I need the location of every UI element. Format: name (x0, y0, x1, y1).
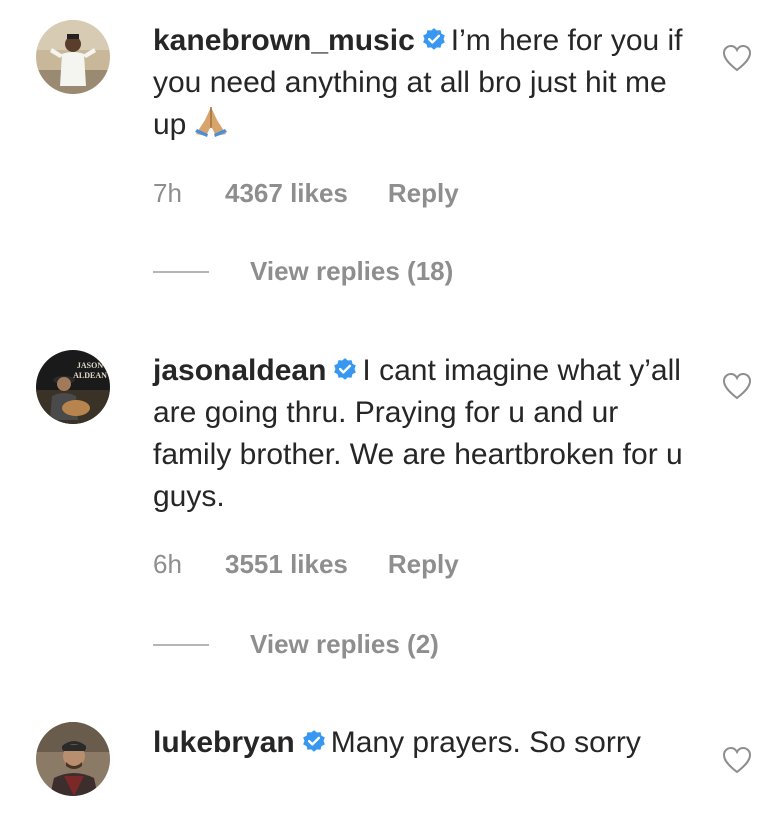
like-heart-icon[interactable] (722, 746, 752, 774)
username[interactable]: kanebrown_music (153, 24, 415, 57)
avatar-lukebryan[interactable] (36, 722, 110, 796)
avatar-text: JASON (77, 361, 103, 370)
likes-count[interactable]: 3551 likes (225, 549, 348, 580)
like-heart-icon[interactable] (722, 44, 752, 72)
view-replies-button[interactable]: View replies (2) (153, 629, 439, 660)
avatar-kanebrown[interactable] (36, 20, 110, 94)
reply-button[interactable]: Reply (388, 549, 459, 580)
view-replies-button[interactable]: View replies (18) (153, 256, 453, 287)
comment-meta: 6h 3551 likes Reply (153, 549, 459, 580)
comment-text: lukebryan Many prayers. So sorry (153, 722, 698, 764)
username[interactable]: lukebryan (153, 726, 295, 759)
view-replies-label: View replies (18) (250, 256, 454, 286)
verified-badge-icon (332, 357, 358, 383)
likes-count[interactable]: 4367 likes (225, 178, 348, 209)
folded-hands-emoji-icon (192, 104, 230, 138)
avatar-jasonaldean[interactable]: JASON ALDEAN (36, 350, 110, 424)
comment-body: Many prayers. So sorry (330, 726, 641, 759)
divider-line (153, 270, 209, 273)
reply-button[interactable]: Reply (388, 178, 459, 209)
comment-text: kanebrown_music I’m here for you if you n… (153, 20, 698, 146)
view-replies-label: View replies (2) (250, 629, 439, 659)
like-heart-icon[interactable] (722, 372, 752, 400)
svg-text:ALDEAN: ALDEAN (73, 371, 107, 380)
verified-badge-icon (301, 729, 327, 755)
comment-meta: 7h 4367 likes Reply (153, 178, 459, 209)
timestamp: 6h (153, 549, 182, 579)
timestamp: 7h (153, 178, 182, 208)
divider-line (153, 643, 209, 646)
comment-text: jasonaldean I cant imagine what y’all are… (153, 350, 698, 518)
username[interactable]: jasonaldean (153, 354, 326, 387)
verified-badge-icon (421, 27, 447, 53)
